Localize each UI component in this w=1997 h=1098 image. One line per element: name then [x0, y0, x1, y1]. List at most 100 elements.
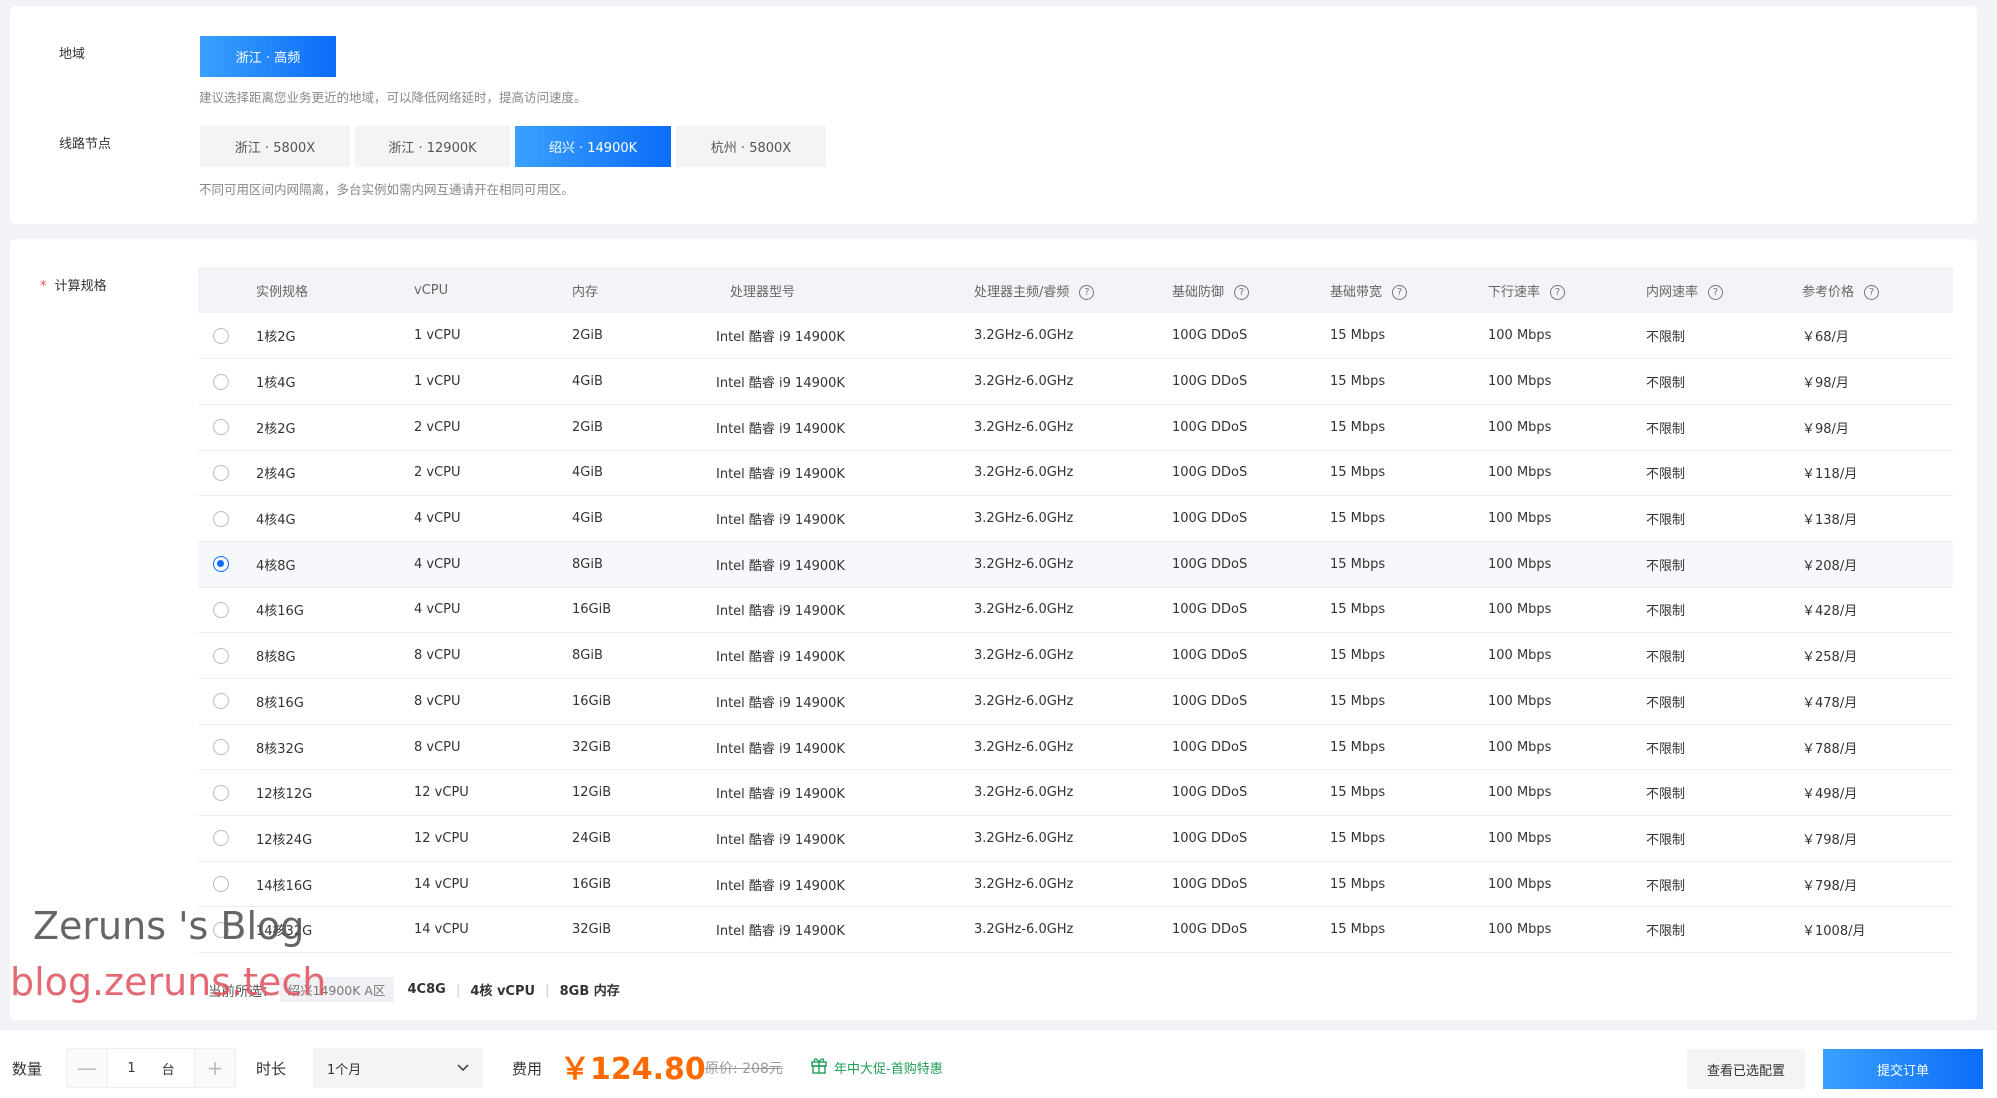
- row-radio[interactable]: [213, 601, 229, 618]
- quantity-unit: 台: [161, 1062, 175, 1078]
- cell-vcpu: 4 vCPU: [414, 541, 572, 588]
- row-radio[interactable]: [213, 693, 229, 710]
- row-radio[interactable]: [213, 510, 229, 527]
- cell-radio[interactable]: [198, 313, 256, 360]
- table-row[interactable]: 2核4G 2 vCPU 4GiB Intel 酷睿 i9 14900K 3.2GHz-6…: [198, 450, 1953, 497]
- row-radio[interactable]: [213, 830, 229, 847]
- cell-radio[interactable]: [198, 450, 256, 497]
- cell-cpu: Intel 酷睿 i9 14900K: [714, 632, 974, 679]
- cell-vcpu: 1 vCPU: [414, 313, 572, 360]
- spec-label: 计算规格: [54, 279, 107, 294]
- cell-radio[interactable]: [198, 815, 256, 862]
- header-lan: 内网速率?: [1646, 267, 1802, 313]
- cell-lan: 不限制: [1646, 724, 1802, 771]
- question-icon[interactable]: ?: [1550, 284, 1566, 300]
- node-option-zhejiang-12900k[interactable]: 浙江 · 12900K: [355, 126, 510, 167]
- view-config-button[interactable]: 查看已选配置: [1687, 1049, 1805, 1089]
- table-row[interactable]: 14核16G 14 vCPU 16GiB Intel 酷睿 i9 14900K 3.2G…: [198, 861, 1953, 908]
- question-icon[interactable]: ?: [1864, 284, 1880, 300]
- cell-radio[interactable]: [198, 358, 256, 405]
- cell-bw: 15 Mbps: [1330, 541, 1488, 588]
- cell-bw: 15 Mbps: [1330, 495, 1488, 542]
- cell-lan: 不限制: [1646, 815, 1802, 862]
- cell-radio[interactable]: [198, 495, 256, 542]
- cell-freq: 3.2GHz-6.0GHz: [974, 769, 1172, 817]
- table-row[interactable]: 8核32G 8 vCPU 32GiB Intel 酷睿 i9 14900K 3.2GHz…: [198, 724, 1953, 771]
- table-row[interactable]: 1核4G 1 vCPU 4GiB Intel 酷睿 i9 14900K 3.2GHz-6…: [198, 358, 1953, 405]
- row-radio[interactable]: [213, 419, 229, 436]
- cell-radio[interactable]: [198, 861, 256, 908]
- table-row[interactable]: 1核2G 1 vCPU 2GiB Intel 酷睿 i9 14900K 3.2GHz-6…: [198, 313, 1953, 360]
- row-radio[interactable]: [213, 327, 229, 344]
- cell-radio[interactable]: [198, 724, 256, 771]
- question-icon[interactable]: ?: [1234, 284, 1250, 300]
- cell-lan: 不限制: [1646, 358, 1802, 405]
- cell-radio[interactable]: [198, 632, 256, 679]
- table-row[interactable]: 4核4G 4 vCPU 4GiB Intel 酷睿 i9 14900K 3.2GHz-6…: [198, 495, 1953, 542]
- cell-vcpu: 2 vCPU: [414, 404, 572, 451]
- cell-radio[interactable]: [198, 541, 256, 588]
- cell-bw: 15 Mbps: [1330, 769, 1488, 817]
- table-row[interactable]: 4核8G 4 vCPU 8GiB Intel 酷睿 i9 14900K 3.2GHz-6…: [198, 541, 1953, 588]
- cell-price: ￥98/月: [1802, 404, 1953, 451]
- duration-select[interactable]: 1个月: [313, 1048, 483, 1088]
- cell-ddos: 100G DDoS: [1172, 587, 1330, 634]
- watermark-title: Zeruns 's Blog: [33, 904, 305, 948]
- table-row[interactable]: 8核16G 8 vCPU 16GiB Intel 酷睿 i9 14900K 3.2GHz…: [198, 678, 1953, 725]
- row-radio[interactable]: [213, 373, 229, 390]
- table-row[interactable]: 12核12G 12 vCPU 12GiB Intel 酷睿 i9 14900K 3.2G…: [198, 769, 1953, 817]
- row-radio[interactable]: [213, 876, 229, 893]
- node-option-hangzhou-5800x[interactable]: 杭州 · 5800X: [676, 126, 826, 167]
- cell-radio[interactable]: [198, 769, 256, 817]
- table-row[interactable]: 4核16G 4 vCPU 16GiB Intel 酷睿 i9 14900K 3.2GHz…: [198, 587, 1953, 634]
- table-row[interactable]: 14核32G 14 vCPU 32GiB Intel 酷睿 i9 14900K 3.2G…: [198, 906, 1953, 954]
- table-row[interactable]: 2核2G 2 vCPU 2GiB Intel 酷睿 i9 14900K 3.2GHz-6…: [198, 404, 1953, 451]
- row-radio[interactable]: [213, 647, 229, 664]
- row-radio[interactable]: [213, 784, 229, 801]
- cell-radio[interactable]: [198, 678, 256, 725]
- cell-price: ￥498/月: [1802, 769, 1953, 817]
- cell-price: ￥208/月: [1802, 541, 1953, 588]
- cell-down: 100 Mbps: [1488, 404, 1646, 451]
- cell-bw: 15 Mbps: [1330, 358, 1488, 405]
- quantity-field[interactable]: 1 台: [107, 1049, 195, 1087]
- node-option-zhejiang-5800x[interactable]: 浙江 · 5800X: [200, 126, 350, 167]
- chevron-down-icon: [457, 1061, 469, 1076]
- cell-down: 100 Mbps: [1488, 724, 1646, 771]
- cell-name: 4核8G: [256, 541, 414, 588]
- cell-cpu: Intel 酷睿 i9 14900K: [714, 358, 974, 405]
- submit-order-button[interactable]: 提交订单: [1823, 1049, 1983, 1089]
- question-icon[interactable]: ?: [1079, 284, 1095, 300]
- quantity-plus-button[interactable]: +: [195, 1049, 235, 1087]
- cell-name: 8核8G: [256, 632, 414, 679]
- cell-bw: 15 Mbps: [1330, 678, 1488, 725]
- cell-radio[interactable]: [198, 587, 256, 634]
- bottom-bar: 数量 — 1 台 + 时长 1个月 费用 ￥124.80 原价: 208元 年中…: [0, 1030, 1997, 1098]
- question-icon[interactable]: ?: [1392, 284, 1408, 300]
- cell-price: ￥258/月: [1802, 632, 1953, 679]
- cell-mem: 24GiB: [572, 815, 714, 862]
- cell-mem: 8GiB: [572, 541, 714, 588]
- row-radio[interactable]: [213, 739, 229, 756]
- region-hint: 建议选择距离您业务更近的地域，可以降低网络延时，提高访问速度。: [199, 90, 587, 105]
- cell-price: ￥138/月: [1802, 495, 1953, 542]
- cell-mem: 12GiB: [572, 769, 714, 817]
- cell-down: 100 Mbps: [1488, 541, 1646, 588]
- cell-down: 100 Mbps: [1488, 495, 1646, 542]
- row-radio[interactable]: [213, 556, 229, 573]
- table-row[interactable]: 12核24G 12 vCPU 24GiB Intel 酷睿 i9 14900K 3.2G…: [198, 815, 1953, 862]
- region-option-zhejiang[interactable]: 浙江 · 高频: [200, 36, 336, 77]
- header-ddos: 基础防御?: [1172, 267, 1330, 313]
- cell-cpu: Intel 酷睿 i9 14900K: [714, 906, 974, 954]
- cell-radio[interactable]: [198, 404, 256, 451]
- cell-lan: 不限制: [1646, 678, 1802, 725]
- cell-lan: 不限制: [1646, 769, 1802, 817]
- row-radio[interactable]: [213, 464, 229, 481]
- cell-down: 100 Mbps: [1488, 769, 1646, 817]
- cell-name: 8核32G: [256, 724, 414, 771]
- quantity-minus-button[interactable]: —: [67, 1049, 107, 1087]
- node-option-shaoxing-14900k[interactable]: 绍兴 · 14900K: [515, 126, 671, 167]
- question-icon[interactable]: ?: [1708, 284, 1724, 300]
- cell-bw: 15 Mbps: [1330, 632, 1488, 679]
- table-row[interactable]: 8核8G 8 vCPU 8GiB Intel 酷睿 i9 14900K 3.2GHz-6…: [198, 632, 1953, 679]
